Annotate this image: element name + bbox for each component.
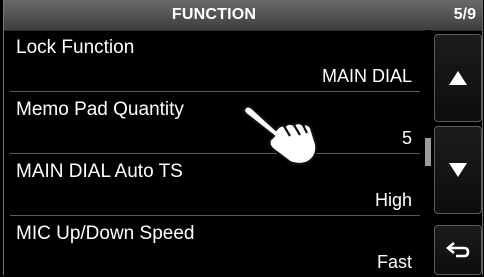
list-item-mic-up-down-speed[interactable]: MIC Up/Down Speed Fast [10,216,420,277]
page-title: FUNCTION [171,6,257,23]
scroll-down-button[interactable] [434,126,482,214]
return-arrow-icon [446,242,470,258]
page-indicator: 5/9 [453,6,476,23]
function-menu-screen: FUNCTION 5/9 Lock Function MAIN DIAL Mem… [3,0,483,275]
scroll-up-button[interactable] [434,34,482,122]
menu-list: Lock Function MAIN DIAL Memo Pad Quantit… [4,30,422,275]
triangle-up-icon [449,71,467,85]
item-value: MAIN DIAL [321,66,412,86]
item-label: Memo Pad Quantity [16,99,184,120]
scroll-thumb[interactable] [425,138,431,166]
title-bar: FUNCTION 5/9 [4,0,482,31]
item-label: MAIN DIAL Auto TS [16,161,183,182]
back-button[interactable] [434,225,482,275]
triangle-down-icon [449,163,467,177]
list-item-main-dial-auto-ts[interactable]: MAIN DIAL Auto TS High [10,154,420,216]
item-value: Fast [376,252,412,272]
list-item-lock-function[interactable]: Lock Function MAIN DIAL [10,30,420,92]
item-value: High [374,190,412,210]
item-label: MIC Up/Down Speed [16,223,195,244]
list-item-memo-pad-quantity[interactable]: Memo Pad Quantity 5 [10,92,420,154]
item-value: 5 [401,128,412,148]
item-label: Lock Function [16,37,135,58]
scrollbar[interactable] [425,30,431,275]
